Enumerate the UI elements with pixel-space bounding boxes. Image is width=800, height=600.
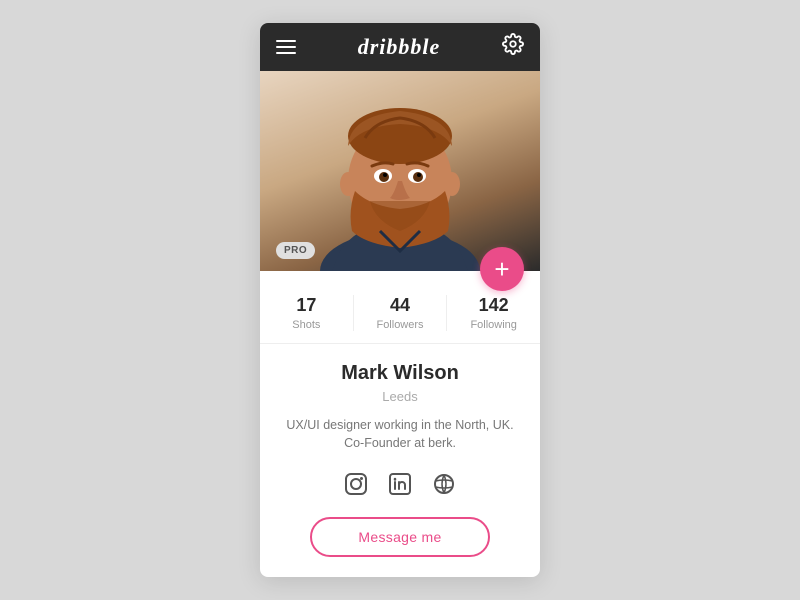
following-count: 142 xyxy=(447,295,540,317)
stat-shots[interactable]: 17 Shots xyxy=(260,295,354,331)
globe-icon[interactable] xyxy=(429,469,459,499)
stat-following[interactable]: 142 Following xyxy=(447,295,540,331)
pro-badge: PRO xyxy=(276,242,315,259)
profile-image-wrapper: PRO + xyxy=(260,71,540,271)
gear-icon[interactable] xyxy=(502,33,524,61)
profile-image xyxy=(260,71,540,271)
social-icons xyxy=(280,469,520,499)
shots-label: Shots xyxy=(260,319,353,331)
profile-bio: UX/UI designer working in the North, UK.… xyxy=(280,416,520,454)
app-logo: dribbble xyxy=(358,34,441,60)
profile-location: Leeds xyxy=(280,389,520,404)
followers-label: Followers xyxy=(354,319,447,331)
following-label: Following xyxy=(447,319,540,331)
followers-count: 44 xyxy=(354,295,447,317)
profile-info: Mark Wilson Leeds UX/UI designer working… xyxy=(260,344,540,578)
message-button[interactable]: Message me xyxy=(310,517,490,557)
profile-name: Mark Wilson xyxy=(280,362,520,385)
menu-icon[interactable] xyxy=(276,40,296,54)
shots-count: 17 xyxy=(260,295,353,317)
add-button[interactable]: + xyxy=(480,247,524,291)
navbar: dribbble xyxy=(260,23,540,71)
linkedin-icon[interactable] xyxy=(385,469,415,499)
phone-card: dribbble xyxy=(260,23,540,577)
avatar xyxy=(310,76,490,271)
stat-followers[interactable]: 44 Followers xyxy=(354,295,448,331)
instagram-icon[interactable] xyxy=(341,469,371,499)
